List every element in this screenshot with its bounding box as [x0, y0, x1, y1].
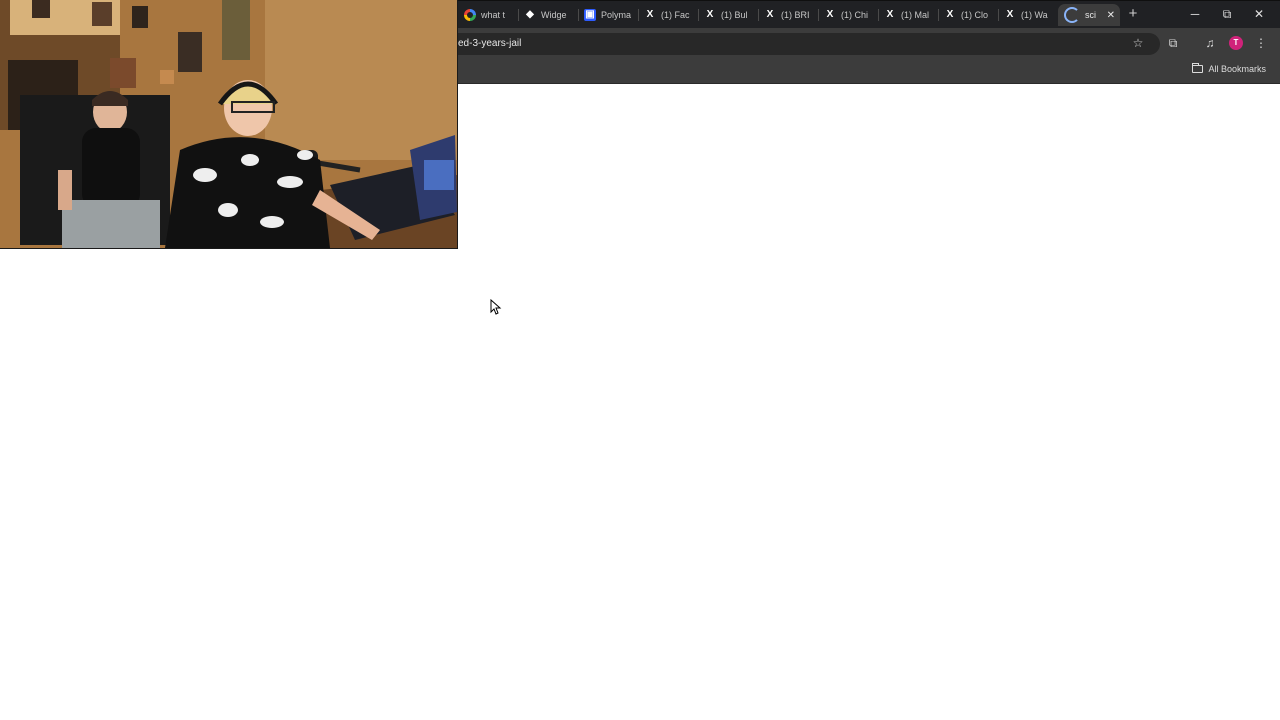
- x-icon: X: [1006, 9, 1014, 20]
- google-icon: [464, 9, 476, 21]
- tab[interactable]: X (1) Bul: [698, 4, 758, 26]
- folder-icon: [1192, 63, 1204, 73]
- tab-title: (1) Clo: [961, 10, 989, 20]
- tab[interactable]: X (1) Mal: [878, 4, 938, 26]
- tab[interactable]: ◆ Widge: [518, 4, 578, 26]
- widget-icon: ◆: [526, 9, 534, 20]
- tab-title: (1) Chi: [841, 10, 869, 20]
- all-bookmarks-button[interactable]: All Bookmarks: [1192, 63, 1266, 74]
- tab[interactable]: X (1) BRI: [758, 4, 818, 26]
- menu-icon[interactable]: ⋮: [1252, 34, 1270, 52]
- webcam-overlay: [0, 0, 458, 249]
- tab[interactable]: X (1) Fac: [638, 4, 698, 26]
- x-icon: X: [646, 9, 654, 20]
- tab[interactable]: ▣ Polyma: [578, 4, 638, 26]
- tab-list: what t ◆ Widge ▣ Polyma X (1) Fac X (1) …: [458, 4, 1120, 26]
- mouse-cursor-icon: [490, 299, 502, 315]
- tab-title: (1) Wa: [1021, 10, 1048, 20]
- tab-title: (1) Fac: [661, 10, 690, 20]
- tab-active[interactable]: sci ✕: [1058, 4, 1120, 26]
- extensions-icon[interactable]: ⧉: [1164, 34, 1182, 52]
- all-bookmarks-label: All Bookmarks: [1208, 64, 1266, 74]
- tab-title: Polyma: [601, 10, 631, 20]
- x-icon: X: [826, 9, 834, 20]
- loading-icon: [1064, 7, 1080, 23]
- profile-avatar[interactable]: T: [1229, 36, 1243, 50]
- tab[interactable]: X (1) Clo: [938, 4, 998, 26]
- close-window-button[interactable]: ✕: [1251, 6, 1267, 22]
- tab[interactable]: what t: [458, 4, 518, 26]
- tab[interactable]: X (1) Chi: [818, 4, 878, 26]
- tab-title: (1) Mal: [901, 10, 930, 20]
- polymarket-icon: ▣: [584, 9, 596, 21]
- x-icon: X: [886, 9, 894, 20]
- tab-title: Widge: [541, 10, 567, 20]
- x-icon: X: [946, 9, 954, 20]
- x-icon: X: [766, 9, 774, 20]
- tab-title: (1) BRI: [781, 10, 810, 20]
- media-control-icon[interactable]: ♫: [1201, 34, 1219, 52]
- minimize-button[interactable]: ─: [1187, 6, 1203, 22]
- tab[interactable]: X (1) Wa: [998, 4, 1058, 26]
- x-icon: X: [706, 9, 714, 20]
- tab-title: sci: [1085, 10, 1096, 20]
- new-tab-button[interactable]: +: [1126, 5, 1140, 23]
- restore-button[interactable]: ⧉: [1219, 6, 1235, 22]
- close-tab-icon[interactable]: ✕: [1107, 10, 1115, 21]
- address-bar[interactable]: ed-3-years-jail: [444, 33, 1160, 55]
- webcam-scene: [0, 0, 457, 248]
- tab-title: what t: [481, 10, 506, 20]
- url-text: ed-3-years-jail: [458, 38, 522, 49]
- tab-title: (1) Bul: [721, 10, 748, 20]
- bookmark-star-icon[interactable]: ☆: [1129, 34, 1147, 52]
